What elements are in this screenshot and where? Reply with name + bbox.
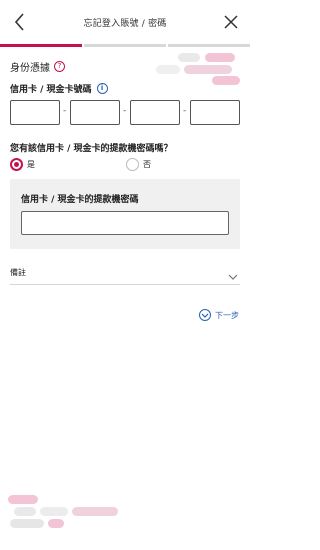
step-progress-bar bbox=[0, 44, 250, 47]
radio-unselected-icon[interactable] bbox=[126, 158, 139, 171]
decor-pill bbox=[212, 76, 240, 85]
decor-pill bbox=[10, 519, 44, 528]
decor-pill bbox=[178, 53, 200, 62]
progress-step-3 bbox=[168, 44, 250, 47]
card-number-field-4[interactable] bbox=[190, 100, 240, 125]
card-separator: - bbox=[123, 106, 127, 116]
card-number-field-3[interactable] bbox=[130, 100, 180, 125]
remarks-label[interactable]: 備註 bbox=[10, 267, 26, 278]
identity-section-title: 身份憑據 ? bbox=[10, 59, 65, 74]
pin-field-label: 信用卡 / 現金卡的提款機密碼 bbox=[21, 195, 139, 205]
identity-title-text: 身份憑據 bbox=[10, 63, 50, 74]
card-number-label: 信用卡 / 現金卡號碼 i bbox=[10, 82, 108, 95]
radio-option-yes[interactable]: 是 bbox=[10, 158, 35, 171]
radio-selected-icon[interactable] bbox=[10, 158, 23, 171]
pin-question: 您有該信用卡 / 現金卡的提款機密碼嗎？ bbox=[10, 144, 173, 154]
decor-pill bbox=[156, 65, 180, 74]
card-number-inputs: - - - bbox=[10, 100, 240, 126]
card-number-field-1[interactable] bbox=[10, 100, 60, 125]
decor-pill bbox=[8, 495, 38, 504]
radio-yes-label: 是 bbox=[27, 160, 35, 169]
page-title: 忘記登入賬號 / 密碼 bbox=[83, 19, 167, 29]
card-number-label-text: 信用卡 / 現金卡號碼 bbox=[10, 85, 92, 95]
decor-pill bbox=[40, 507, 68, 516]
divider bbox=[10, 284, 240, 285]
decor-pill bbox=[72, 507, 118, 516]
card-separator: - bbox=[183, 106, 187, 116]
progress-step-2 bbox=[84, 44, 166, 47]
decor-pill bbox=[184, 65, 232, 74]
decor-pill bbox=[48, 519, 64, 528]
info-icon[interactable]: i bbox=[96, 83, 108, 94]
progress-step-1 bbox=[0, 44, 82, 47]
card-number-field-2[interactable] bbox=[70, 100, 120, 125]
header-bar: 忘記登入賬號 / 密碼 bbox=[0, 0, 250, 46]
decor-pill bbox=[205, 53, 235, 62]
back-arrow-icon[interactable] bbox=[12, 10, 34, 34]
next-button[interactable]: 下一步 bbox=[199, 309, 239, 321]
chevron-down-circle-icon bbox=[199, 309, 211, 321]
close-icon[interactable] bbox=[222, 13, 240, 31]
chevron-down-icon[interactable] bbox=[228, 266, 238, 280]
next-label: 下一步 bbox=[215, 310, 239, 320]
pin-input[interactable] bbox=[21, 211, 229, 235]
radio-option-no[interactable]: 否 bbox=[126, 158, 151, 171]
radio-no-label: 否 bbox=[143, 160, 151, 169]
pin-panel: 信用卡 / 現金卡的提款機密碼 bbox=[10, 179, 240, 249]
decor-pill bbox=[14, 507, 36, 516]
help-question-icon[interactable]: ? bbox=[54, 61, 65, 72]
card-separator: - bbox=[63, 106, 67, 116]
